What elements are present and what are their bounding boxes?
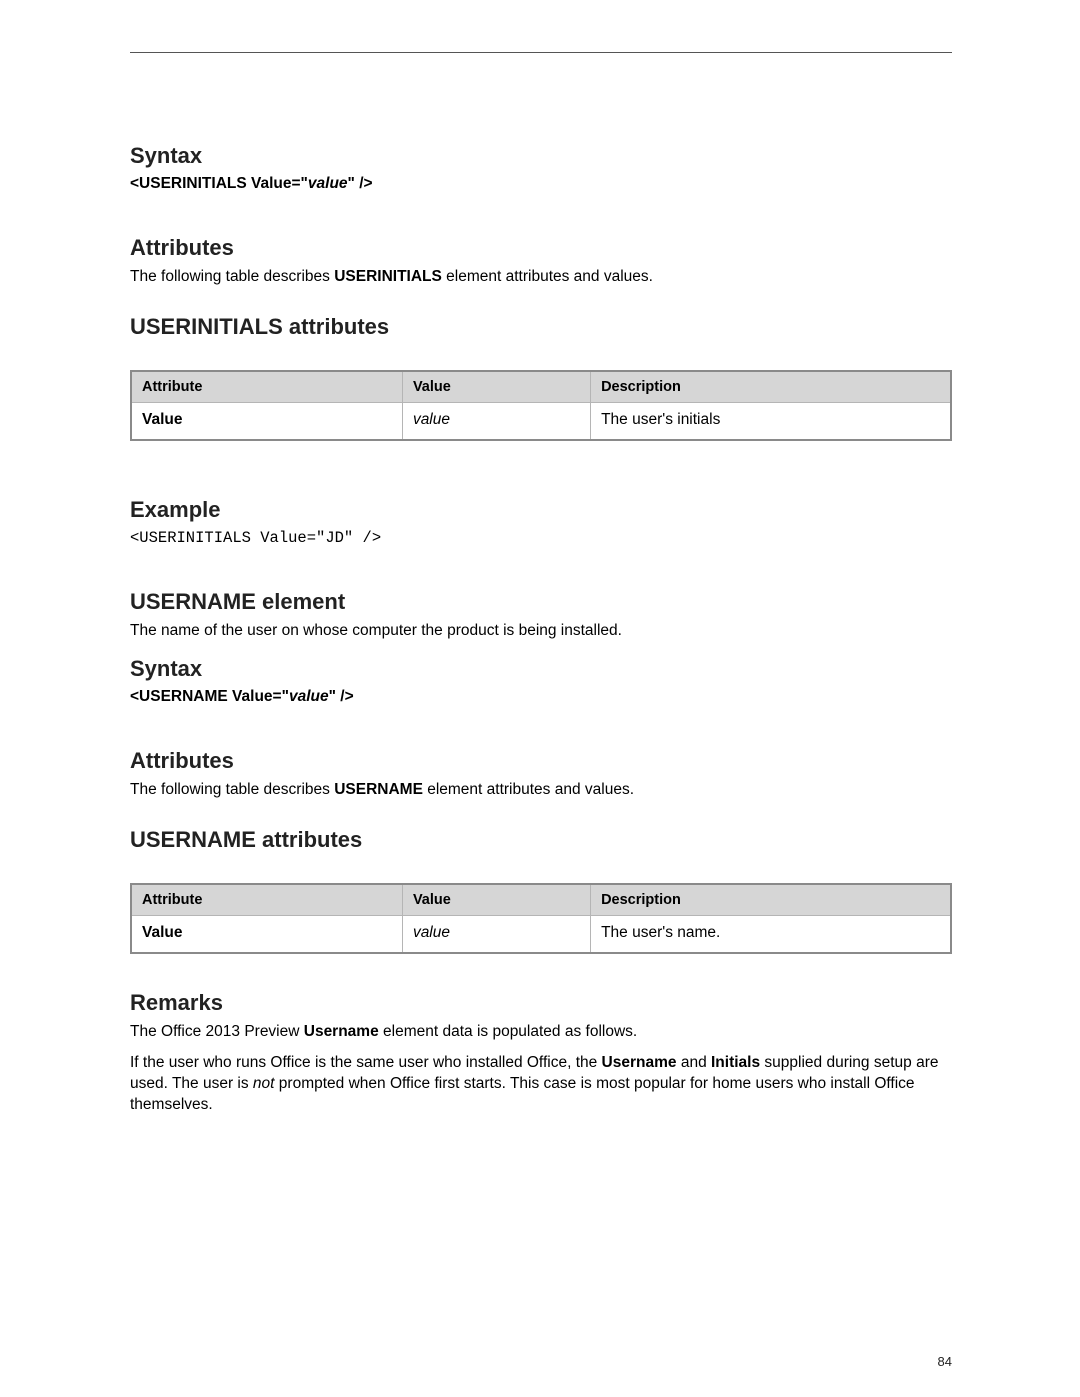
td-attribute: Value <box>132 402 402 439</box>
syntax-line-userinitials: <USERINITIALS Value="value" /> <box>130 175 952 193</box>
heading-table-userinitials: USERINITIALS attributes <box>130 314 952 340</box>
table-header-row: Attribute Value Description <box>132 372 950 402</box>
intro-bold: USERNAME <box>334 781 423 798</box>
td-attribute: Value <box>132 915 402 952</box>
attributes-intro-username: The following table describes USERNAME e… <box>130 780 952 801</box>
syntax-line-username: <USERNAME Value="value" /> <box>130 688 952 706</box>
attributes-intro-userinitials: The following table describes USERINITIA… <box>130 267 952 288</box>
td-description: The user's initials <box>590 402 950 439</box>
syntax-suffix: " /> <box>348 175 373 192</box>
intro-bold: USERINITIALS <box>334 268 442 285</box>
intro-after: element attributes and values. <box>442 268 653 285</box>
table-row: Value value The user's name. <box>132 915 950 952</box>
table-username-attributes: Attribute Value Description Value value … <box>130 883 952 954</box>
th-description: Description <box>590 372 950 402</box>
th-description: Description <box>590 885 950 915</box>
table-row: Value value The user's initials <box>132 402 950 439</box>
remarks-p1-before: The Office 2013 Preview <box>130 1023 304 1040</box>
top-rule <box>130 52 952 53</box>
td-description: The user's name. <box>590 915 950 952</box>
heading-syntax-userinitials: Syntax <box>130 143 952 169</box>
heading-example: Example <box>130 497 952 523</box>
document-page: Syntax <USERINITIALS Value="value" /> At… <box>0 0 1080 1115</box>
heading-table-username: USERNAME attributes <box>130 827 952 853</box>
intro-before: The following table describes <box>130 781 334 798</box>
table-userinitials-attributes: Attribute Value Description Value value … <box>130 370 952 441</box>
table-header-row: Attribute Value Description <box>132 885 950 915</box>
th-value: Value <box>402 372 590 402</box>
remarks-p2-b: and <box>677 1054 711 1071</box>
th-value: Value <box>402 885 590 915</box>
syntax-prefix: <USERNAME Value=" <box>130 688 289 705</box>
remarks-p2: If the user who runs Office is the same … <box>130 1053 952 1116</box>
heading-syntax-username: Syntax <box>130 656 952 682</box>
syntax-suffix: " /> <box>329 688 354 705</box>
intro-after: element attributes and values. <box>423 781 634 798</box>
remarks-p1-bold: Username <box>304 1023 379 1040</box>
remarks-p2-b1: Username <box>602 1054 677 1071</box>
td-value: value <box>402 402 590 439</box>
username-element-intro: The name of the user on whose computer t… <box>130 621 952 642</box>
remarks-p2-b2: Initials <box>711 1054 760 1071</box>
heading-attributes-userinitials: Attributes <box>130 235 952 261</box>
remarks-p2-a: If the user who runs Office is the same … <box>130 1054 602 1071</box>
remarks-p2-i: not <box>253 1075 275 1092</box>
td-value: value <box>402 915 590 952</box>
th-attribute: Attribute <box>132 372 402 402</box>
example-code: <USERINITIALS Value="JD" /> <box>130 529 952 547</box>
syntax-placeholder: value <box>289 688 329 705</box>
syntax-prefix: <USERINITIALS Value=" <box>130 175 308 192</box>
heading-attributes-username: Attributes <box>130 748 952 774</box>
heading-remarks: Remarks <box>130 990 952 1016</box>
remarks-p1-after: element data is populated as follows. <box>379 1023 638 1040</box>
syntax-placeholder: value <box>308 175 348 192</box>
remarks-p1: The Office 2013 Preview Username element… <box>130 1022 952 1043</box>
intro-before: The following table describes <box>130 268 334 285</box>
page-number: 84 <box>938 1354 952 1369</box>
heading-username-element: USERNAME element <box>130 589 952 615</box>
th-attribute: Attribute <box>132 885 402 915</box>
